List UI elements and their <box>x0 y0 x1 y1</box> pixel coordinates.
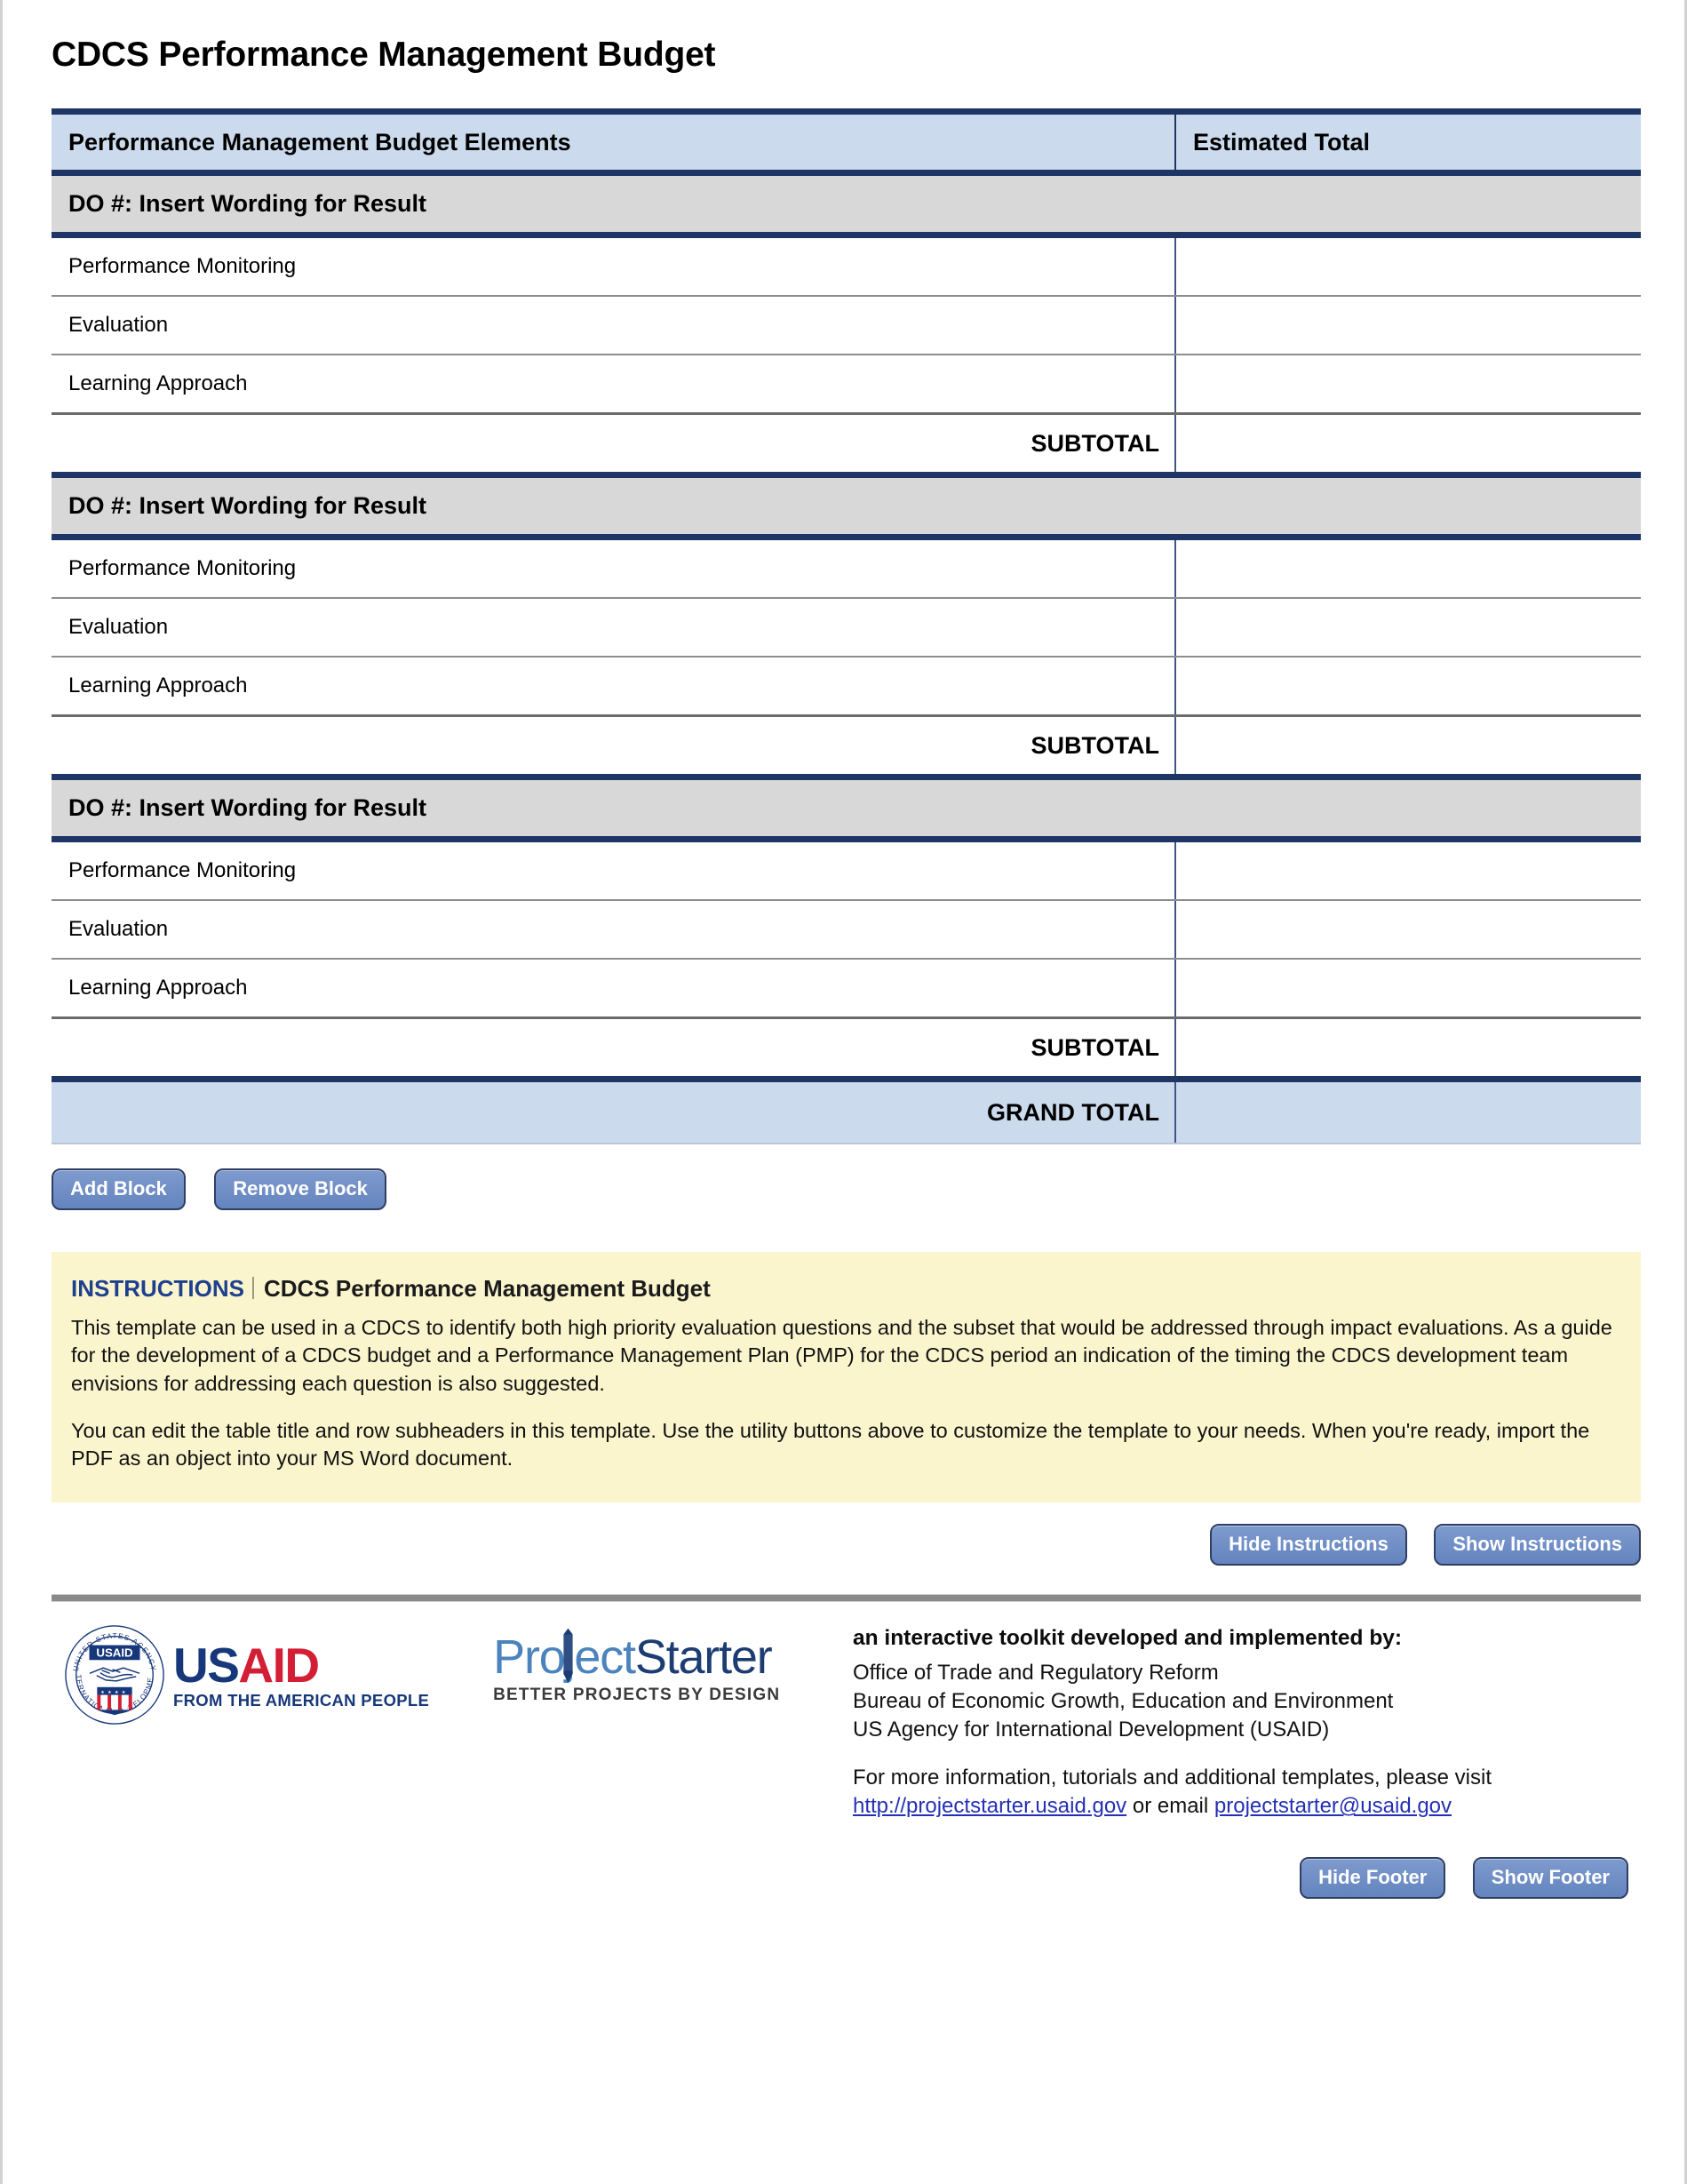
remove-block-button[interactable]: Remove Block <box>214 1168 386 1210</box>
subtotal-row: SUBTOTAL <box>52 1017 1641 1082</box>
subtotal-row: SUBTOTAL <box>52 715 1641 780</box>
subtotal-value <box>1175 715 1641 780</box>
row-label[interactable]: Learning Approach <box>52 657 1176 717</box>
usaid-tagline: FROM THE AMERICAN PEOPLE <box>173 1691 430 1710</box>
row-value-input[interactable] <box>1175 959 1641 1019</box>
footer-buttons: Hide Footer Show Footer <box>52 1856 1641 1899</box>
subtotal-row: SUBTOTAL <box>52 413 1641 478</box>
footer-org-line-2: Bureau of Economic Growth, Education and… <box>853 1689 1394 1714</box>
show-instructions-button[interactable]: Show Instructions <box>1434 1524 1641 1566</box>
row-value-input[interactable] <box>1175 839 1641 901</box>
table-row[interactable]: Performance Monitoring <box>52 839 1641 901</box>
table-row[interactable]: Evaluation <box>52 900 1641 960</box>
table-utility-buttons: Add Block Remove Block <box>52 1168 1641 1210</box>
row-label[interactable]: Performance Monitoring <box>52 839 1176 901</box>
instructions-panel: INSTRUCTIONS CDCS Performance Management … <box>52 1252 1641 1503</box>
footer-logos: UNITED STATES AGENCY INTERNATIONAL DEVEL… <box>52 1622 842 1727</box>
row-value-input[interactable] <box>1175 598 1641 658</box>
row-label[interactable]: Evaluation <box>52 900 1176 960</box>
row-value-input[interactable] <box>1175 235 1641 297</box>
table-row[interactable]: Evaluation <box>52 296 1641 355</box>
row-label[interactable]: Learning Approach <box>52 355 1176 415</box>
subtotal-label: SUBTOTAL <box>52 1017 1176 1082</box>
instructions-divider <box>252 1277 254 1299</box>
row-value-input[interactable] <box>1175 537 1641 599</box>
usaid-logo: UNITED STATES AGENCY INTERNATIONAL DEVEL… <box>62 1622 429 1727</box>
footer-contact-middle: or email <box>1126 1794 1214 1819</box>
footer-contact-prefix: For more information, tutorials and addi… <box>853 1765 1492 1789</box>
row-value-input[interactable] <box>1175 657 1641 717</box>
ps-part-ect: ect <box>574 1630 636 1685</box>
table-row[interactable]: Performance Monitoring <box>52 537 1641 599</box>
table-header-row: Performance Management Budget Elements E… <box>52 108 1641 176</box>
grand-total-label: GRAND TOTAL <box>52 1079 1176 1144</box>
row-label[interactable]: Performance Monitoring <box>52 537 1176 599</box>
usaid-seal-icon: UNITED STATES AGENCY INTERNATIONAL DEVEL… <box>62 1622 164 1726</box>
table-row[interactable]: Learning Approach <box>52 959 1641 1019</box>
subtotal-value <box>1175 413 1641 478</box>
grand-total-row: GRAND TOTAL <box>52 1079 1641 1144</box>
footer: UNITED STATES AGENCY INTERNATIONAL DEVEL… <box>52 1622 1641 1821</box>
ps-part-pr: Pr <box>493 1630 540 1685</box>
table-row[interactable]: Learning Approach <box>52 355 1641 415</box>
instructions-heading: INSTRUCTIONS CDCS Performance Management … <box>71 1275 1616 1303</box>
row-label[interactable]: Learning Approach <box>52 959 1176 1019</box>
subtotal-value <box>1175 1017 1641 1082</box>
block-heading-text[interactable]: DO #: Insert Wording for Result <box>52 777 1641 842</box>
svg-text:★: ★ <box>115 1690 119 1695</box>
block-heading-row[interactable]: DO #: Insert Wording for Result <box>52 777 1641 842</box>
subtotal-label: SUBTOTAL <box>52 715 1176 780</box>
email-link[interactable]: projectstarter@usaid.gov <box>1214 1794 1452 1818</box>
block-heading-row[interactable]: DO #: Insert Wording for Result <box>52 474 1641 540</box>
instructions-paragraph-2: You can edit the table title and row sub… <box>71 1418 1590 1470</box>
footer-lead: an interactive toolkit developed and imp… <box>853 1626 1403 1651</box>
website-link[interactable]: http://projectstarter.usaid.gov <box>853 1794 1126 1818</box>
footer-org-line-1: Office of Trade and Regulatory Reform <box>853 1661 1219 1686</box>
add-block-button[interactable]: Add Block <box>52 1168 186 1210</box>
table-row[interactable]: Learning Approach <box>52 657 1641 717</box>
hide-footer-button[interactable]: Hide Footer <box>1300 1856 1446 1899</box>
column-header-elements: Performance Management Budget Elements <box>52 108 1176 176</box>
usaid-wordmark: USAID FROM THE AMERICAN PEOPLE <box>173 1641 429 1710</box>
block-heading-text[interactable]: DO #: Insert Wording for Result <box>52 172 1641 238</box>
hide-instructions-button[interactable]: Hide Instructions <box>1210 1524 1407 1566</box>
block-heading-text[interactable]: DO #: Insert Wording for Result <box>52 474 1641 540</box>
usaid-word-us: US <box>173 1638 240 1693</box>
document-page: CDCS Performance Management Budget Perfo… <box>0 0 1687 2184</box>
page-title: CDCS Performance Management Budget <box>52 36 716 74</box>
table-row[interactable]: Evaluation <box>52 598 1641 658</box>
block-heading-row[interactable]: DO #: Insert Wording for Result <box>52 172 1641 238</box>
page-content: CDCS Performance Management Budget Perfo… <box>52 0 1641 1899</box>
footer-contact: For more information, tutorials and addi… <box>853 1764 1641 1821</box>
row-value-input[interactable] <box>1175 355 1641 415</box>
instructions-title: CDCS Performance Management Budget <box>264 1275 711 1302</box>
row-value-input[interactable] <box>1175 296 1641 355</box>
footer-org-line-3: US Agency for International Development … <box>853 1718 1330 1742</box>
svg-text:USAID: USAID <box>96 1646 133 1660</box>
table-row[interactable]: Performance Monitoring <box>52 235 1641 297</box>
grand-total-value <box>1175 1079 1641 1144</box>
projectstarter-wordmark: ProjectStarter <box>493 1628 783 1685</box>
row-label[interactable]: Evaluation <box>52 598 1176 658</box>
pencil-icon <box>563 1628 573 1684</box>
footer-text: an interactive toolkit developed and imp… <box>842 1626 1641 1821</box>
svg-text:★: ★ <box>100 1690 105 1695</box>
projectstarter-tagline: BETTER PROJECTS BY DESIGN <box>493 1686 781 1705</box>
column-header-total: Estimated Total <box>1175 108 1641 176</box>
svg-text:★: ★ <box>122 1690 126 1695</box>
svg-text:★: ★ <box>107 1690 112 1695</box>
row-label[interactable]: Performance Monitoring <box>52 235 1176 297</box>
show-footer-button[interactable]: Show Footer <box>1472 1856 1628 1899</box>
instructions-buttons: Hide Instructions Show Instructions <box>52 1524 1641 1566</box>
projectstarter-logo: ProjectStarter BETTER PROJECTS BY DESIGN <box>493 1628 783 1705</box>
usaid-word-aid: AID <box>238 1638 320 1693</box>
row-value-input[interactable] <box>1175 900 1641 960</box>
footer-divider <box>52 1594 1641 1603</box>
budget-table: Performance Management Budget Elements E… <box>52 108 1641 1144</box>
subtotal-label: SUBTOTAL <box>52 413 1176 478</box>
ps-part-starter: Starter <box>634 1630 773 1685</box>
row-label[interactable]: Evaluation <box>52 296 1176 355</box>
instructions-label: INSTRUCTIONS <box>71 1275 244 1302</box>
instructions-paragraph-1: This template can be used in a CDCS to i… <box>71 1316 1612 1395</box>
